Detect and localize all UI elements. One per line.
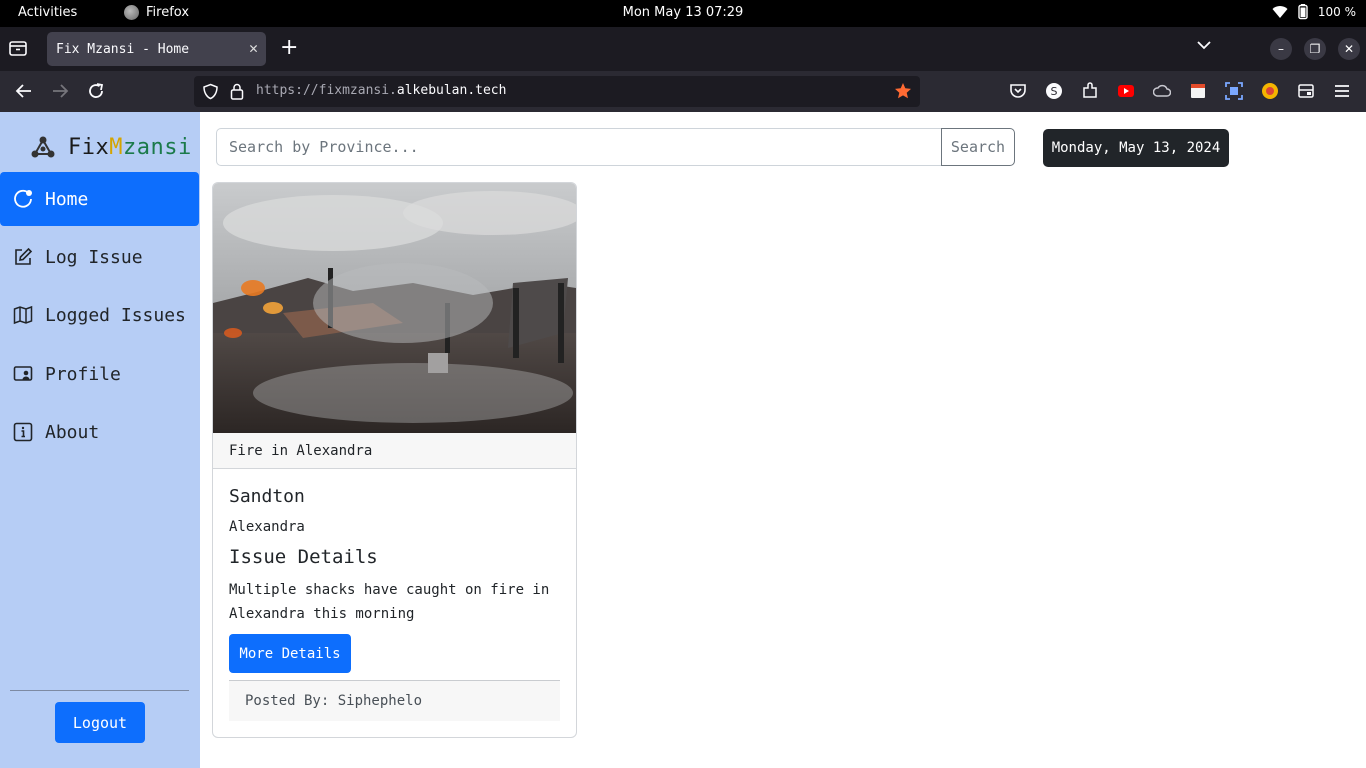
pencil-square-icon [15, 247, 33, 265]
browser-tab-strip: Fix Mzansi - Home ✕ + – ❐ ✕ [0, 27, 1366, 71]
close-window-icon[interactable]: ✕ [1338, 38, 1360, 60]
sidebar-item-profile[interactable]: Profile [0, 347, 199, 401]
svg-text:S: S [1051, 85, 1058, 98]
brand-fix: Fix [68, 134, 110, 160]
sidebar-item-home[interactable]: Home [0, 172, 199, 226]
pocket-icon[interactable] [1009, 82, 1027, 100]
colorful-extension-icon[interactable] [1261, 82, 1279, 100]
fire-scene-image [213, 183, 576, 433]
browser-tab-active[interactable]: Fix Mzansi - Home ✕ [47, 32, 266, 66]
close-tab-icon[interactable]: ✕ [249, 39, 258, 57]
hamburger-menu-icon[interactable] [1333, 82, 1351, 100]
address-bar[interactable]: https://fixmzansi.alkebulan.tech [194, 76, 920, 107]
restore-window-icon[interactable]: ❐ [1304, 38, 1326, 60]
province-search-input[interactable]: Search by Province... [216, 128, 942, 166]
new-tab-icon[interactable]: + [280, 36, 298, 60]
battery-icon [1298, 4, 1308, 20]
posted-by: Posted By: Siphephelo [229, 680, 560, 721]
sidebar-item-log-issue[interactable]: Log Issue [0, 230, 199, 284]
sidebar-toggle-icon[interactable] [1297, 82, 1315, 100]
chevron-down-icon[interactable] [1196, 39, 1212, 51]
sidebar-item-label: Log Issue [45, 246, 143, 268]
home-icon [14, 189, 32, 208]
firefox-icon [124, 5, 139, 20]
extensions-puzzle-icon[interactable] [1081, 82, 1099, 100]
issue-suburb: Alexandra [229, 519, 305, 535]
sidebar-item-label: About [45, 421, 100, 443]
issue-area: Sandton [229, 486, 305, 507]
sidebar-divider [10, 690, 189, 691]
sync-account-icon[interactable]: S [1045, 82, 1063, 100]
more-details-button[interactable]: More Details [229, 634, 351, 673]
reload-icon[interactable] [86, 81, 106, 101]
network-logo-icon [31, 136, 55, 158]
back-arrow-icon[interactable] [14, 81, 34, 101]
wifi-icon [1272, 6, 1288, 19]
tab-title: Fix Mzansi - Home [56, 41, 190, 57]
brand-zansi: zansi [123, 134, 192, 160]
current-date-badge: Monday, May 13, 2024 [1043, 129, 1229, 167]
lock-icon[interactable] [230, 83, 244, 100]
battery-percent: 100 % [1317, 5, 1356, 19]
tab-overview-icon[interactable] [8, 39, 28, 57]
search-button[interactable]: Search [941, 128, 1015, 166]
system-top-bar: Activities Firefox Mon May 13 07:29 100 … [0, 0, 1366, 27]
cloud-extension-icon[interactable] [1153, 82, 1171, 100]
url-text[interactable]: https://fixmzansi.alkebulan.tech [256, 83, 506, 98]
system-tray[interactable]: 100 % [1272, 4, 1356, 20]
issue-title: Fire in Alexandra [213, 433, 576, 469]
url-domain: alkebulan.tech [396, 83, 507, 98]
bookmark-star-icon[interactable] [894, 82, 912, 100]
sidebar-item-label: Profile [45, 363, 121, 385]
sidebar-item-label: Logged Issues [45, 304, 186, 326]
forward-arrow-icon[interactable] [50, 81, 70, 101]
app-sidebar: FixMzansi Home Log Issue Logged Issues P… [0, 112, 200, 768]
map-icon [13, 305, 33, 325]
issue-description: Multiple shacks have caught on fire in A… [229, 582, 550, 622]
notes-extension-icon[interactable] [1189, 82, 1207, 100]
sidebar-item-logged-issues[interactable]: Logged Issues [0, 288, 199, 342]
info-square-icon [13, 422, 33, 442]
person-card-icon [13, 366, 33, 381]
issue-card: Fire in Alexandra Sandton Alexandra Issu… [212, 182, 577, 738]
minimize-window-icon[interactable]: – [1270, 38, 1292, 60]
app-menu[interactable]: Firefox [124, 5, 189, 20]
sidebar-item-label: Home [45, 188, 89, 210]
youtube-extension-icon[interactable] [1117, 82, 1135, 100]
issue-details-heading: Issue Details [229, 546, 378, 568]
brand-name: FixMzansi [68, 135, 192, 160]
system-clock[interactable]: Mon May 13 07:29 [623, 5, 744, 20]
app-name: Firefox [146, 5, 190, 20]
sidebar-item-about[interactable]: About [0, 405, 199, 459]
shield-icon[interactable] [202, 83, 219, 100]
screenshot-extension-icon[interactable] [1225, 82, 1243, 100]
activities-button[interactable]: Activities [18, 5, 77, 20]
brand-m: M [109, 134, 123, 160]
url-prefix: https://fixmzansi. [256, 83, 397, 98]
browser-nav-bar: https://fixmzansi.alkebulan.tech S [0, 71, 1366, 112]
logout-button[interactable]: Logout [55, 702, 145, 743]
brand-logo[interactable]: FixMzansi [30, 134, 192, 160]
